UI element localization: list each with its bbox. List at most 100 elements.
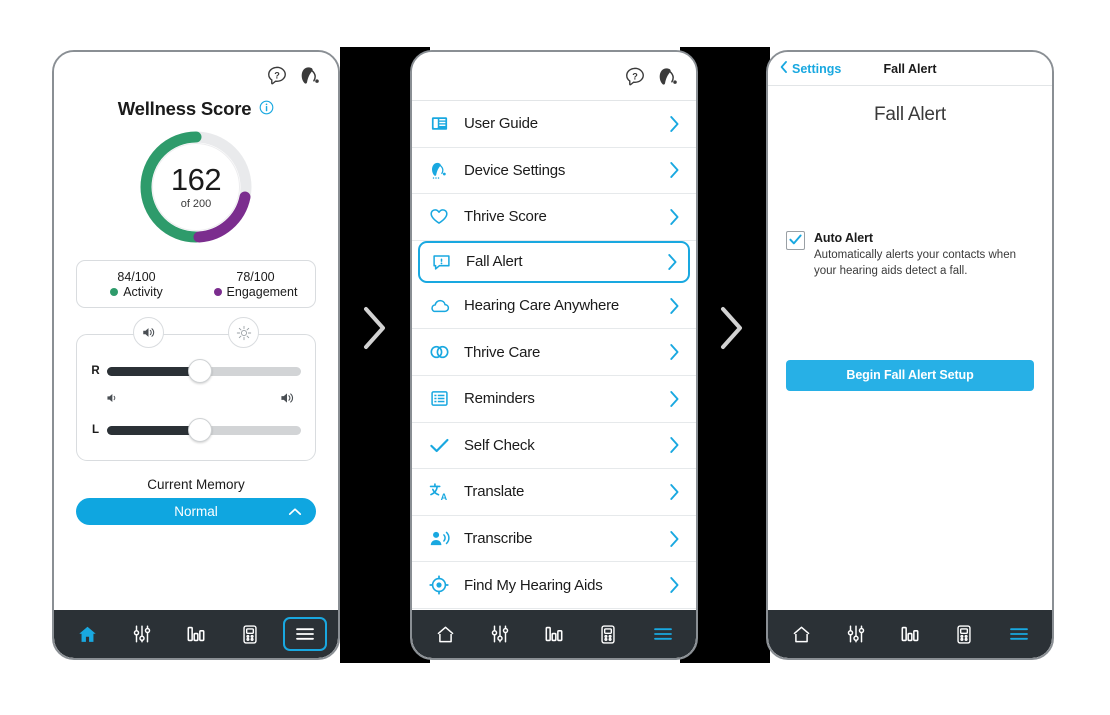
menu-item-label: Reminders	[464, 390, 535, 408]
menu-item-label: Find My Hearing Aids	[464, 576, 603, 594]
speaker-icon[interactable]	[133, 317, 164, 348]
screenshot-root: ? Wellness Score 162 of 200 84/100 Activ…	[0, 0, 1110, 715]
auto-alert-row[interactable]: Auto Alert Automatically alerts your con…	[786, 231, 1034, 280]
book-icon	[426, 114, 452, 133]
menu-item-hearing-care-anywhere[interactable]: Hearing Care Anywhere	[412, 283, 696, 330]
nav-menu[interactable]	[997, 617, 1041, 651]
chevron-right-icon	[664, 253, 680, 271]
nav-equalizer[interactable]	[834, 617, 878, 651]
slider-right-knob[interactable]	[188, 359, 213, 383]
slider-right-track[interactable]	[107, 359, 301, 383]
separator-arrow-2	[712, 300, 752, 356]
phone2-header: ?	[412, 52, 696, 101]
nav-home[interactable]	[779, 617, 823, 651]
menu-item-label: User Guide	[464, 115, 538, 133]
phone-screen-fall-alert: Settings Fall Alert Fall Alert Auto Aler…	[766, 50, 1054, 660]
menu-item-translate[interactable]: A Translate	[412, 469, 696, 516]
nav-stats[interactable]	[888, 617, 932, 651]
nav-equalizer[interactable]	[478, 617, 522, 651]
nav-menu[interactable]	[641, 617, 685, 651]
nav-home[interactable]	[65, 617, 109, 651]
phone1-bottom-nav	[54, 610, 338, 658]
svg-text:?: ?	[274, 70, 280, 80]
phone-screen-home: ? Wellness Score 162 of 200 84/100 Activ…	[52, 50, 340, 660]
back-to-settings-button[interactable]: Settings	[780, 60, 841, 77]
menu-item-find-my-hearing-aids[interactable]: Find My Hearing Aids	[412, 562, 696, 609]
nav-remote[interactable]	[942, 617, 986, 651]
wellness-title-row: Wellness Score	[54, 98, 338, 120]
menu-item-transcribe[interactable]: Transcribe	[412, 516, 696, 563]
back-label: Settings	[792, 61, 842, 76]
stat-activity-value: 84/100	[117, 269, 156, 284]
nav-home[interactable]	[423, 617, 467, 651]
auto-alert-checkbox[interactable]	[786, 231, 805, 250]
volume-up-icon[interactable]	[279, 390, 295, 411]
menu-item-thrive-score[interactable]: Thrive Score	[412, 194, 696, 241]
slider-left-fill	[107, 425, 201, 435]
phone2-bottom-nav	[412, 610, 696, 658]
stat-activity-label: Activity	[123, 284, 163, 299]
question-bubble-icon[interactable]: ?	[266, 65, 288, 92]
nav-stats[interactable]	[174, 617, 218, 651]
check-icon	[426, 437, 452, 454]
menu-item-device-settings[interactable]: Device Settings	[412, 148, 696, 195]
page-title: Wellness Score	[117, 98, 252, 119]
settings-menu-list: User Guide Device Settings Thrive Score …	[412, 101, 696, 658]
slider-left-label: L	[91, 424, 100, 436]
slider-left-track[interactable]	[107, 418, 301, 442]
menu-item-label: Fall Alert	[466, 253, 523, 271]
menu-item-user-guide[interactable]: User Guide	[412, 101, 696, 148]
slider-left-knob[interactable]	[188, 418, 213, 442]
chevron-up-icon	[288, 503, 302, 521]
noise-icon[interactable]	[228, 317, 259, 348]
nav-remote[interactable]	[586, 617, 630, 651]
nav-stats[interactable]	[532, 617, 576, 651]
wellness-stats-box: 84/100 Activity 78/100 Engagement	[76, 260, 316, 308]
nav-equalizer[interactable]	[120, 617, 164, 651]
menu-item-fall-alert[interactable]: Fall Alert	[418, 240, 690, 283]
hearing-aid-icon[interactable]	[656, 66, 680, 93]
phone3-navbar: Settings Fall Alert	[768, 52, 1052, 86]
wellness-ring: 162 of 200	[137, 128, 255, 246]
slider-left[interactable]: L	[91, 418, 301, 442]
checkmark-icon	[789, 232, 802, 250]
auto-alert-text: Auto Alert Automatically alerts your con…	[814, 231, 1034, 280]
stat-engagement: 78/100 Engagement	[196, 270, 315, 299]
chevron-right-icon	[666, 530, 682, 548]
menu-item-thrive-care[interactable]: Thrive Care	[412, 329, 696, 376]
phone3-bottom-nav	[768, 610, 1052, 658]
menu-item-label: Thrive Score	[464, 208, 547, 226]
memory-value: Normal	[174, 504, 218, 519]
heart-icon	[426, 207, 452, 226]
chevron-right-icon	[666, 115, 682, 133]
begin-fall-alert-setup-button[interactable]: Begin Fall Alert Setup	[786, 359, 1034, 391]
locate-icon	[426, 575, 452, 595]
activity-dot	[110, 287, 119, 296]
info-icon[interactable]	[259, 98, 274, 120]
stat-activity: 84/100 Activity	[77, 270, 196, 299]
hearing-aid-icon	[426, 161, 452, 180]
menu-item-label: Thrive Care	[464, 343, 541, 361]
slider-right[interactable]: R	[91, 359, 301, 383]
menu-item-self-check[interactable]: Self Check	[412, 423, 696, 470]
chevron-right-icon	[666, 297, 682, 315]
two-rings-icon	[426, 344, 452, 360]
memory-select-button[interactable]: Normal	[76, 498, 316, 525]
menu-item-label: Self Check	[464, 436, 535, 454]
volume-icon-row	[91, 381, 301, 420]
chevron-right-icon	[666, 208, 682, 226]
slider-right-label: R	[91, 365, 100, 377]
nav-remote[interactable]	[228, 617, 272, 651]
volume-down-icon[interactable]	[105, 391, 119, 410]
auto-alert-title: Auto Alert	[814, 231, 873, 245]
chevron-right-icon	[666, 161, 682, 179]
question-bubble-icon[interactable]: ?	[624, 66, 646, 93]
translate-icon: A	[426, 482, 452, 502]
cloud-icon	[426, 298, 452, 314]
wellness-score-value: 162	[170, 162, 222, 197]
wellness-score-max: of 200	[180, 198, 212, 210]
hearing-aid-icon[interactable]	[298, 65, 322, 92]
menu-item-reminders[interactable]: Reminders	[412, 376, 696, 423]
chevron-right-icon	[666, 390, 682, 408]
nav-menu[interactable]	[282, 617, 327, 651]
